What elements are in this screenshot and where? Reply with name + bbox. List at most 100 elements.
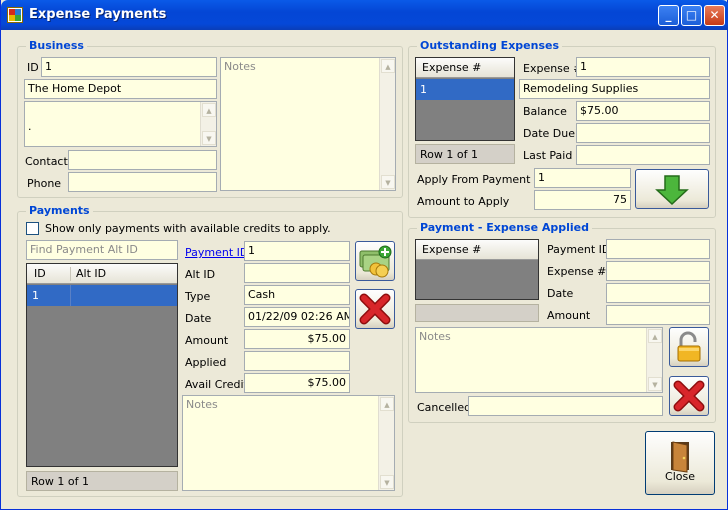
applied-expenses-grid[interactable]: Expense #	[415, 239, 539, 300]
business-group-title: Business	[26, 39, 87, 52]
add-payment-button[interactable]	[355, 241, 395, 281]
business-id-label: ID	[27, 61, 39, 74]
amount-field[interactable]: $75.00	[244, 329, 350, 349]
column-header-expense-num[interactable]: Expense #	[422, 243, 481, 256]
cancelled-field[interactable]	[468, 396, 663, 416]
applied-notes-scrollbar[interactable]: ▲ ▼	[646, 328, 662, 392]
column-header-alt-id[interactable]: Alt ID	[70, 267, 106, 281]
apply-from-payment-id-field[interactable]: 1	[534, 168, 631, 188]
delete-payment-button[interactable]	[355, 289, 395, 329]
money-add-icon	[359, 245, 392, 278]
scroll-down-icon[interactable]: ▼	[648, 377, 662, 391]
expense-description-field[interactable]: Remodeling Supplies	[519, 79, 710, 99]
applied-date-field[interactable]	[606, 283, 710, 303]
applied-grid-header: Expense #	[416, 240, 538, 260]
payments-grid-header: ID Alt ID	[27, 264, 177, 284]
date-field[interactable]: 01/22/09 02:26 AM	[244, 307, 350, 327]
last-paid-label: Last Paid	[523, 149, 573, 162]
avail-credit-label: Avail Credit	[185, 378, 248, 391]
alt-id-label: Alt ID	[185, 268, 216, 281]
contact-label: Contact	[25, 155, 68, 168]
scroll-down-icon[interactable]: ▼	[381, 175, 395, 189]
maximize-button[interactable]: □	[681, 5, 702, 26]
business-name-field[interactable]: The Home Depot	[24, 79, 217, 99]
column-header-expense-num[interactable]: Expense #	[422, 61, 481, 74]
amount-to-apply-field[interactable]: 75	[534, 190, 631, 210]
business-id-field[interactable]: 1	[41, 57, 217, 77]
scroll-up-icon[interactable]: ▲	[381, 59, 395, 73]
table-row[interactable]: 1	[416, 79, 514, 100]
red-x-icon	[673, 380, 705, 412]
close-window-button[interactable]: ✕	[704, 5, 725, 26]
applied-amount-field[interactable]	[606, 305, 710, 325]
balance-field[interactable]: $75.00	[576, 101, 710, 121]
applied-notes-field[interactable]: Notes ▲ ▼	[415, 327, 663, 393]
window-title: Expense Payments	[29, 7, 167, 22]
expense-payments-window: Expense Payments _ □ ✕ Business ID 1 The…	[0, 0, 728, 510]
applied-expense-num-label: Expense #	[547, 265, 607, 278]
expense-num-field[interactable]: 1	[576, 57, 710, 77]
apply-from-label: Apply From Payment ID	[417, 173, 546, 186]
payment-id-field[interactable]: 1	[244, 241, 350, 261]
close-icon: ✕	[709, 8, 720, 22]
expense-num-label: Expense #	[523, 62, 583, 75]
balance-label: Balance	[523, 105, 567, 118]
applied-date-label: Date	[547, 287, 574, 300]
credits-only-checkbox[interactable]	[26, 222, 39, 235]
find-payment-alt-id-input[interactable]: Find Payment Alt ID	[26, 240, 178, 260]
payment-notes-field[interactable]: Notes ▲ ▼	[182, 395, 395, 491]
date-due-field[interactable]	[576, 123, 710, 143]
avail-credit-field[interactable]: $75.00	[244, 373, 350, 393]
applied-payment-id-label: Payment ID	[547, 243, 611, 256]
amount-to-apply-label: Amount to Apply	[417, 195, 510, 208]
table-row[interactable]: 1	[27, 285, 177, 306]
applied-expense-num-field[interactable]	[606, 261, 710, 281]
applied-field[interactable]	[244, 351, 350, 371]
outstanding-expenses-grid[interactable]: Expense # 1	[415, 57, 515, 141]
phone-field[interactable]	[68, 172, 217, 192]
payment-expense-applied-title: Payment - Expense Applied	[417, 221, 593, 234]
type-field[interactable]: Cash	[244, 285, 350, 305]
apply-payment-button[interactable]	[635, 169, 709, 209]
business-address-field[interactable]: . ▲ ▼	[24, 101, 217, 147]
unlock-button[interactable]	[669, 327, 709, 367]
cancelled-label: Cancelled	[417, 401, 472, 414]
scroll-down-icon[interactable]: ▼	[202, 131, 216, 145]
scroll-down-icon[interactable]: ▼	[380, 475, 394, 489]
payment-id-link[interactable]: Payment ID	[185, 246, 248, 259]
payments-pager: Row 1 of 1	[26, 471, 178, 491]
alt-id-field[interactable]	[244, 263, 350, 283]
delete-applied-button[interactable]	[669, 376, 709, 416]
row-alt-id-cell	[70, 285, 71, 306]
outstanding-grid-header: Expense #	[416, 58, 514, 78]
payments-group-title: Payments	[26, 204, 93, 217]
business-notes-field[interactable]: Notes ▲ ▼	[220, 57, 396, 191]
last-paid-field[interactable]	[576, 145, 710, 165]
red-x-icon	[359, 293, 391, 325]
payment-notes-placeholder: Notes	[186, 398, 218, 411]
row-id-cell: 1	[32, 289, 39, 302]
scroll-up-icon[interactable]: ▲	[648, 329, 662, 343]
padlock-open-icon	[677, 331, 701, 362]
title-bar[interactable]: Expense Payments _ □ ✕	[1, 0, 728, 30]
applied-payment-id-field[interactable]	[606, 239, 710, 259]
payments-grid[interactable]: ID Alt ID 1	[26, 263, 178, 467]
close-button[interactable]: Close	[645, 431, 715, 495]
contact-field[interactable]	[68, 150, 217, 170]
payment-notes-scrollbar[interactable]: ▲ ▼	[378, 396, 394, 490]
scroll-up-icon[interactable]: ▲	[202, 103, 216, 117]
applied-notes-placeholder: Notes	[419, 330, 451, 343]
app-icon	[7, 7, 23, 23]
date-due-label: Date Due	[523, 127, 575, 140]
applied-amount-label: Amount	[547, 309, 591, 322]
column-header-id[interactable]: ID	[34, 267, 46, 280]
minimize-button[interactable]: _	[658, 5, 679, 26]
scroll-up-icon[interactable]: ▲	[380, 397, 394, 411]
address-scrollbar[interactable]: ▲ ▼	[200, 102, 216, 146]
close-button-label: Close	[665, 470, 695, 483]
address-text: .	[28, 120, 32, 133]
notes-scrollbar[interactable]: ▲ ▼	[379, 58, 395, 190]
outstanding-expenses-title: Outstanding Expenses	[417, 39, 563, 52]
maximize-icon: □	[685, 8, 698, 22]
applied-label: Applied	[185, 356, 227, 369]
